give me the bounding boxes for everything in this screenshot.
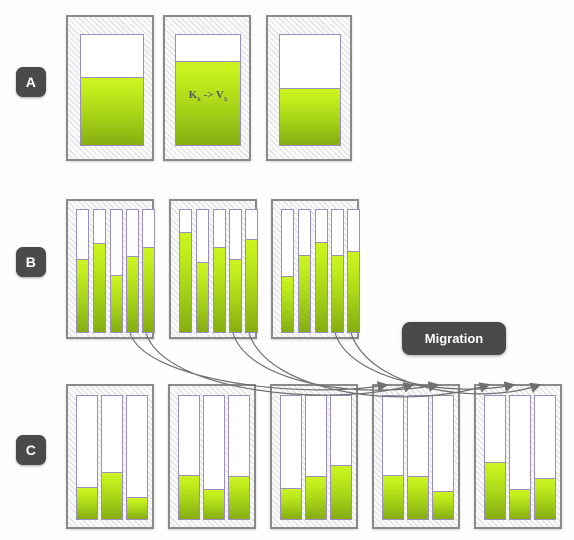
vessel-b1-1-fill (77, 258, 88, 332)
vessel-c2-3-fill (229, 475, 249, 519)
row-badge-b: B (16, 247, 46, 277)
vessel-c1-1-fill (77, 487, 97, 519)
vessel-b2-4[interactable] (229, 209, 242, 333)
vessel-a1-1-fill (81, 76, 143, 145)
diagram-canvas: A Kx -> Vx B C Migration (0, 0, 574, 540)
vessel-c1-1[interactable] (76, 395, 98, 520)
vessel-c4-2[interactable] (407, 395, 429, 520)
group-c-1 (66, 384, 154, 529)
group-a-3 (266, 15, 352, 161)
vessel-a2-1[interactable]: Kx -> Vx (175, 34, 241, 146)
vessel-c5-2[interactable] (509, 395, 531, 520)
vessel-b2-5[interactable] (245, 209, 258, 333)
vessel-c5-3-fill (535, 478, 555, 519)
group-c-2 (168, 384, 256, 529)
vessel-b3-4-fill (332, 255, 343, 332)
vessel-c3-1-fill (281, 488, 301, 519)
vessel-b3-5-fill (348, 251, 359, 332)
vessel-c2-1-fill (179, 474, 199, 519)
vessel-c4-3-fill (433, 490, 453, 519)
vessel-b3-4[interactable] (331, 209, 344, 333)
migration-label: Migration (402, 322, 506, 355)
vessel-b2-4-fill (230, 258, 241, 332)
vessel-a2-1-label: Kx -> Vx (188, 89, 228, 104)
vessel-c4-2-fill (408, 475, 428, 519)
vessel-a1-1[interactable] (80, 34, 144, 146)
vessel-b1-3-fill (111, 274, 122, 332)
vessel-b2-3-fill (214, 246, 225, 332)
migration-arrow-1 (129, 332, 389, 392)
vessel-b3-1[interactable] (281, 209, 294, 333)
vessel-c2-2[interactable] (203, 395, 225, 520)
vessel-c1-2[interactable] (101, 395, 123, 520)
vessel-c5-1[interactable] (484, 395, 506, 520)
vessel-c3-3[interactable] (330, 395, 352, 520)
vessel-b2-3[interactable] (213, 209, 226, 333)
vessel-b1-5[interactable] (142, 209, 155, 333)
vessel-c5-1-fill (485, 462, 505, 519)
group-b-3 (271, 199, 360, 339)
group-a-1 (66, 15, 154, 161)
vessel-c5-3[interactable] (534, 395, 556, 520)
vessel-b1-5-fill (143, 246, 154, 332)
vessel-c1-3-fill (127, 496, 147, 519)
vessel-c1-2-fill (102, 472, 122, 519)
vessel-b2-2[interactable] (196, 209, 209, 333)
vessel-c3-2-fill (306, 475, 326, 519)
group-c-5 (474, 384, 562, 529)
vessel-b1-2-fill (94, 242, 105, 332)
vessel-c4-3[interactable] (432, 395, 454, 520)
vessel-b3-3-fill (316, 241, 327, 332)
vessel-c2-1[interactable] (178, 395, 200, 520)
vessel-b2-2-fill (197, 262, 208, 332)
vessel-c3-1[interactable] (280, 395, 302, 520)
vessel-b3-2-fill (299, 255, 310, 332)
group-c-3 (270, 384, 358, 529)
vessel-c4-1-fill (383, 474, 403, 519)
vessel-b1-1[interactable] (76, 209, 89, 333)
row-badge-a: A (16, 67, 46, 97)
vessel-a2-1-fill (176, 61, 240, 145)
vessel-c5-2-fill (510, 489, 530, 519)
vessel-b1-2[interactable] (93, 209, 106, 333)
vessel-b1-4[interactable] (126, 209, 139, 333)
vessel-b1-4-fill (127, 256, 138, 332)
vessel-b2-1[interactable] (179, 209, 192, 333)
vessel-c2-3[interactable] (228, 395, 250, 520)
group-c-4 (372, 384, 460, 529)
vessel-a3-1[interactable] (279, 34, 341, 146)
vessel-b2-5-fill (246, 239, 257, 332)
vessel-b3-5[interactable] (347, 209, 360, 333)
vessel-b2-1-fill (180, 231, 191, 332)
vessel-c2-2-fill (204, 489, 224, 519)
row-badge-c: C (16, 435, 46, 465)
vessel-b3-3[interactable] (315, 209, 328, 333)
vessel-c3-2[interactable] (305, 395, 327, 520)
group-b-1 (66, 199, 155, 339)
vessel-b3-1-fill (282, 275, 293, 332)
vessel-b1-3[interactable] (110, 209, 123, 333)
group-b-2 (169, 199, 258, 339)
vessel-c1-3[interactable] (126, 395, 148, 520)
group-a-2: Kx -> Vx (163, 15, 251, 161)
vessel-c3-3-fill (331, 464, 351, 519)
vessel-a3-1-fill (280, 87, 340, 145)
vessel-b3-2[interactable] (298, 209, 311, 333)
vessel-c4-1[interactable] (382, 395, 404, 520)
